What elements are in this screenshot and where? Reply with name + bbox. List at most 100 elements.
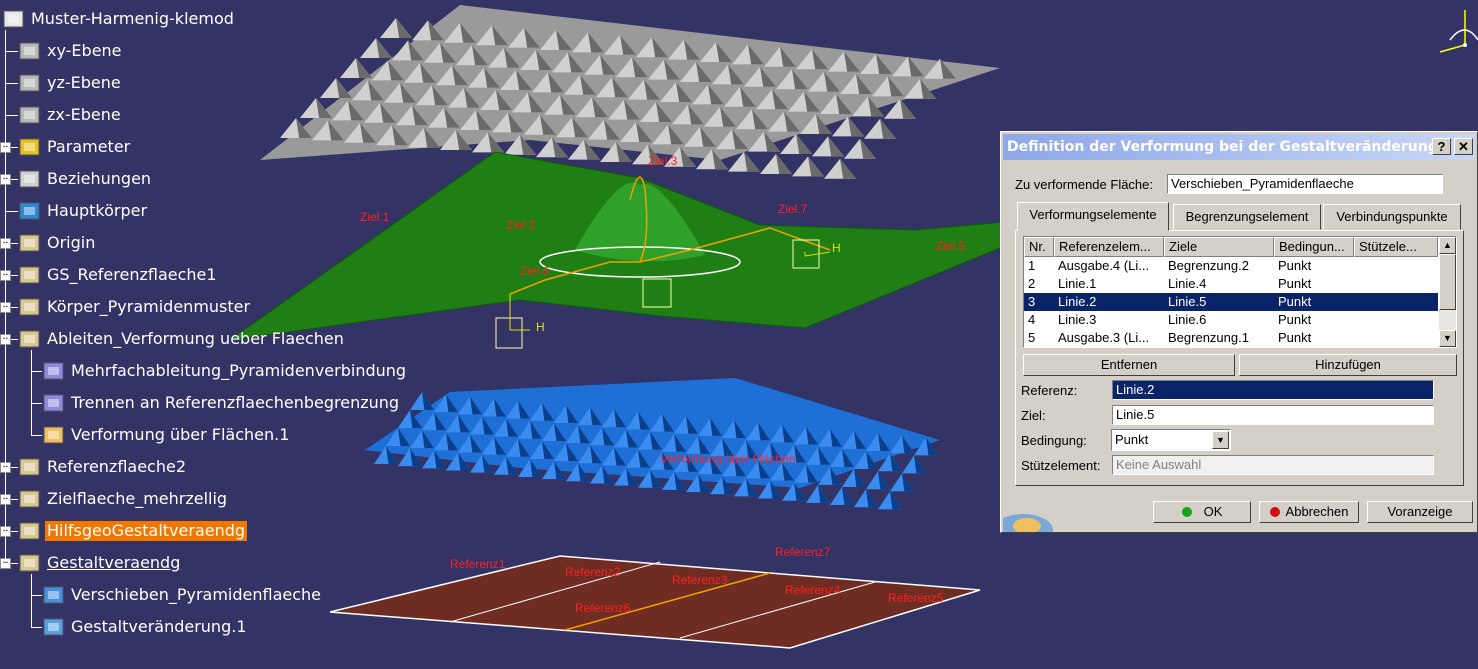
blue-pyramid-surface: Verformung über Flächen xyxy=(365,378,940,510)
tree-node-label: Beziehungen xyxy=(47,169,152,188)
support-field[interactable]: Keine Auswahl xyxy=(1112,455,1434,475)
preview-button[interactable]: Voranzeige xyxy=(1367,501,1473,523)
tab-verbindungspunkte[interactable]: Verbindungspunkte xyxy=(1323,204,1461,230)
table-cell-nr: 1 xyxy=(1028,258,1036,273)
tree-node-parameter[interactable]: Parameter xyxy=(18,136,132,158)
tree-node-label: Verformung über Flächen.1 xyxy=(71,425,290,444)
tab-begrenzungselement[interactable]: Begrenzungselement xyxy=(1173,204,1321,230)
tree-node-beziehungen[interactable]: Beziehungen xyxy=(18,168,153,190)
remove-button[interactable]: Entfernen xyxy=(1023,354,1235,376)
tree-node-trennen-an-referenzflaechenbegrenzung[interactable]: Trennen an Referenzflaechenbegrenzung xyxy=(42,392,401,414)
tab-verformungselemente[interactable]: Verformungselemente xyxy=(1017,202,1169,231)
tree-node-label: Zielflaeche_mehrzellig xyxy=(47,489,228,508)
table-row[interactable]: 5 Ausgabe.3 (Li... Begrenzung.1 Punkt xyxy=(1024,329,1438,347)
tree-node-yz-ebene[interactable]: yz-Ebene xyxy=(18,72,123,94)
scroll-down-icon[interactable]: ▼ xyxy=(1439,330,1456,347)
label-ziel5: Ziel.5 xyxy=(936,239,966,253)
table-row[interactable]: 4 Linie.3 Linie.6 Punkt xyxy=(1024,311,1438,329)
catia-logo-icon xyxy=(1003,514,1053,532)
table-row[interactable]: 1 Ausgabe.4 (Li... Begrenzung.2 Punkt xyxy=(1024,257,1438,275)
tree-node-ableiten-verformung-ueber-flaechen[interactable]: Ableiten_Verformung ueber Flaechen xyxy=(18,328,346,350)
tree-node-label: Parameter xyxy=(47,137,131,156)
table-cell-ziel: Linie.4 xyxy=(1168,276,1207,291)
compass-icon[interactable] xyxy=(1439,10,1478,53)
cancel-button[interactable]: Abbrechen xyxy=(1259,501,1359,523)
table-cell-ziel: Linie.5 xyxy=(1168,294,1207,309)
tree-node-xy-ebene[interactable]: xy-Ebene xyxy=(18,40,124,62)
green-target-surface: Ziel.1 Ziel.2 Ziel.3 Ziel.5 Ziel.6 Ziel.… xyxy=(229,151,1006,349)
tree-node-label: xy-Ebene xyxy=(47,41,122,60)
table-cell-nr: 4 xyxy=(1028,312,1036,327)
tree-node-gestaltveränderung-1[interactable]: Gestaltveränderung.1 xyxy=(42,616,249,638)
surface-icon xyxy=(43,362,64,380)
tree-connector xyxy=(31,371,42,372)
table-scrollbar[interactable]: ▲ ▼ xyxy=(1439,237,1456,347)
label-ref4: Referenz4 xyxy=(785,583,841,597)
deformation-elements-table[interactable]: Nr. Referenzelem... Ziele Bedingun... St… xyxy=(1023,236,1457,348)
reference-field[interactable]: Linie.2 xyxy=(1112,380,1434,400)
tree-connector xyxy=(5,83,18,84)
label-ziel6: Ziel.6 xyxy=(520,264,550,278)
close-button[interactable]: ✕ xyxy=(1454,138,1473,155)
tree-connector xyxy=(31,595,42,596)
tree-node-label: Körper_Pyramidenmuster xyxy=(47,297,251,316)
tree-node-label: Muster-Harmenig-klemod xyxy=(31,9,234,28)
surface-label: Zu verformende Fläche: xyxy=(1015,177,1154,192)
table-row[interactable]: 2 Linie.1 Linie.4 Punkt xyxy=(1024,275,1438,293)
table-cell-ziel: Linie.6 xyxy=(1168,312,1207,327)
relations-icon xyxy=(19,170,40,188)
surface-icon xyxy=(43,394,64,412)
shape-morph-icon xyxy=(43,618,64,636)
tree-node-mehrfachableitung-pyramidenverbindung[interactable]: Mehrfachableitung_Pyramidenverbindung xyxy=(42,360,408,382)
surface-field[interactable]: Verschieben_Pyramidenflaeche xyxy=(1167,174,1443,194)
dialog-titlebar[interactable]: Definition der Verformung bei der Gestal… xyxy=(1003,134,1475,160)
scroll-thumb[interactable] xyxy=(1439,254,1456,310)
column-condition[interactable]: Bedingun... xyxy=(1274,237,1354,257)
help-button[interactable]: ? xyxy=(1432,138,1451,155)
tree-node-hauptkörper[interactable]: Hauptkörper xyxy=(18,200,149,222)
tree-node-körper-pyramidenmuster[interactable]: Körper_Pyramidenmuster xyxy=(18,296,252,318)
tree-node-zielflaeche-mehrzellig[interactable]: Zielflaeche_mehrzellig xyxy=(18,488,229,510)
tree-node-zx-ebene[interactable]: zx-Ebene xyxy=(18,104,123,126)
table-cell-ref: Linie.2 xyxy=(1058,294,1097,309)
table-cell-bed: Punkt xyxy=(1278,294,1312,309)
label-h-1: H xyxy=(832,241,841,255)
table-cell-nr: 3 xyxy=(1028,294,1036,309)
parameter-icon xyxy=(19,138,40,156)
plane-icon xyxy=(19,74,40,92)
scroll-up-icon[interactable]: ▲ xyxy=(1439,237,1456,254)
table-row[interactable]: 3 Linie.2 Linie.5 Punkt xyxy=(1024,293,1438,311)
tree-node-label: GS_Referenzflaeche1 xyxy=(47,265,217,284)
tree-node-origin[interactable]: Origin xyxy=(18,232,97,254)
chevron-down-icon[interactable]: ▼ xyxy=(1212,431,1229,449)
add-button[interactable]: Hinzufügen xyxy=(1239,354,1457,376)
label-ref5: Referenz5 xyxy=(888,591,944,605)
table-cell-bed: Punkt xyxy=(1278,312,1312,327)
column-support[interactable]: Stützele... xyxy=(1354,237,1438,257)
tree-node-label: Ableiten_Verformung ueber Flaechen xyxy=(47,329,344,348)
tree-node-verschieben-pyramidenflaeche[interactable]: Verschieben_Pyramidenflaeche xyxy=(42,584,323,606)
tree-node-hilfsgeogestaltveraendg[interactable]: HilfsgeoGestaltveraendg xyxy=(18,520,248,542)
specification-tree: +++++−+++− Muster-Harmenig-klemodxy-Eben… xyxy=(0,0,406,669)
table-cell-ziel: Begrenzung.1 xyxy=(1168,330,1249,345)
tree-node-gs-referenzflaeche1[interactable]: GS_Referenzflaeche1 xyxy=(18,264,219,286)
deform-icon xyxy=(43,426,64,444)
label-ref3: Referenz3 xyxy=(672,573,728,587)
part-doc-icon xyxy=(3,10,24,28)
column-reference[interactable]: Referenzelem... xyxy=(1054,237,1164,257)
geoset-icon xyxy=(19,458,40,476)
condition-select[interactable]: Punkt ▼ xyxy=(1111,429,1231,451)
shape-morph-definition-dialog: Definition der Verformung bei der Gestal… xyxy=(1000,131,1478,533)
target-field[interactable]: Linie.5 xyxy=(1112,405,1434,425)
cancel-label: Abbrechen xyxy=(1285,504,1349,519)
column-nr[interactable]: Nr. xyxy=(1024,237,1054,257)
tree-node-muster-harmenig-klemod[interactable]: Muster-Harmenig-klemod xyxy=(2,8,236,30)
tree-node-label: Gestaltveränderung.1 xyxy=(71,617,247,636)
tree-node-gestaltveraendg[interactable]: Gestaltveraendg xyxy=(18,552,182,574)
table-cell-ziel: Begrenzung.2 xyxy=(1168,258,1249,273)
ok-button[interactable]: OK xyxy=(1153,501,1251,523)
reference-label: Referenz: xyxy=(1021,383,1078,398)
tree-node-verformung-über-flächen-1[interactable]: Verformung über Flächen.1 xyxy=(42,424,291,446)
tree-node-referenzflaeche2[interactable]: Referenzflaeche2 xyxy=(18,456,188,478)
column-target[interactable]: Ziele xyxy=(1164,237,1274,257)
